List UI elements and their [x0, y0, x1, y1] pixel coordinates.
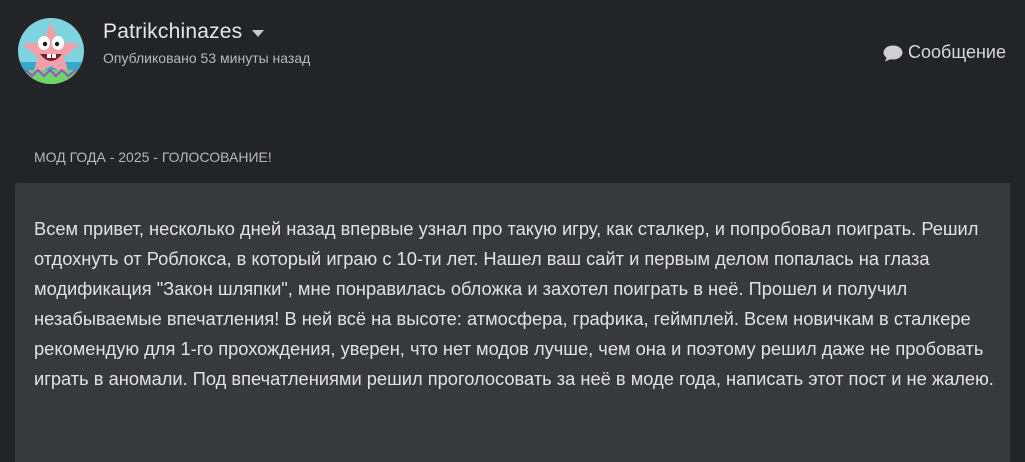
- message-button[interactable]: Сообщение: [883, 42, 1006, 63]
- patrick-star-avatar-icon: [18, 18, 84, 84]
- post-header: Patrikchinazes Опубликовано 53 минуты на…: [0, 0, 1025, 100]
- post-title: МОД ГОДА - 2025 - ГОЛОСОВАНИЕ!: [34, 149, 272, 165]
- avatar[interactable]: [18, 18, 84, 84]
- author-name-link[interactable]: Patrikchinazes: [103, 20, 242, 44]
- post-content: Всем привет, несколько дней назад впервы…: [15, 183, 1010, 462]
- speech-bubble-icon: [883, 45, 903, 61]
- published-time: Опубликовано 53 минуты назад: [103, 50, 311, 66]
- forum-post: Patrikchinazes Опубликовано 53 минуты на…: [0, 0, 1025, 462]
- message-button-label: Сообщение: [908, 42, 1006, 62]
- caret-down-icon[interactable]: [252, 29, 265, 37]
- author-row: Patrikchinazes: [103, 18, 265, 46]
- post-body-text: Всем привет, несколько дней назад впервы…: [34, 218, 994, 389]
